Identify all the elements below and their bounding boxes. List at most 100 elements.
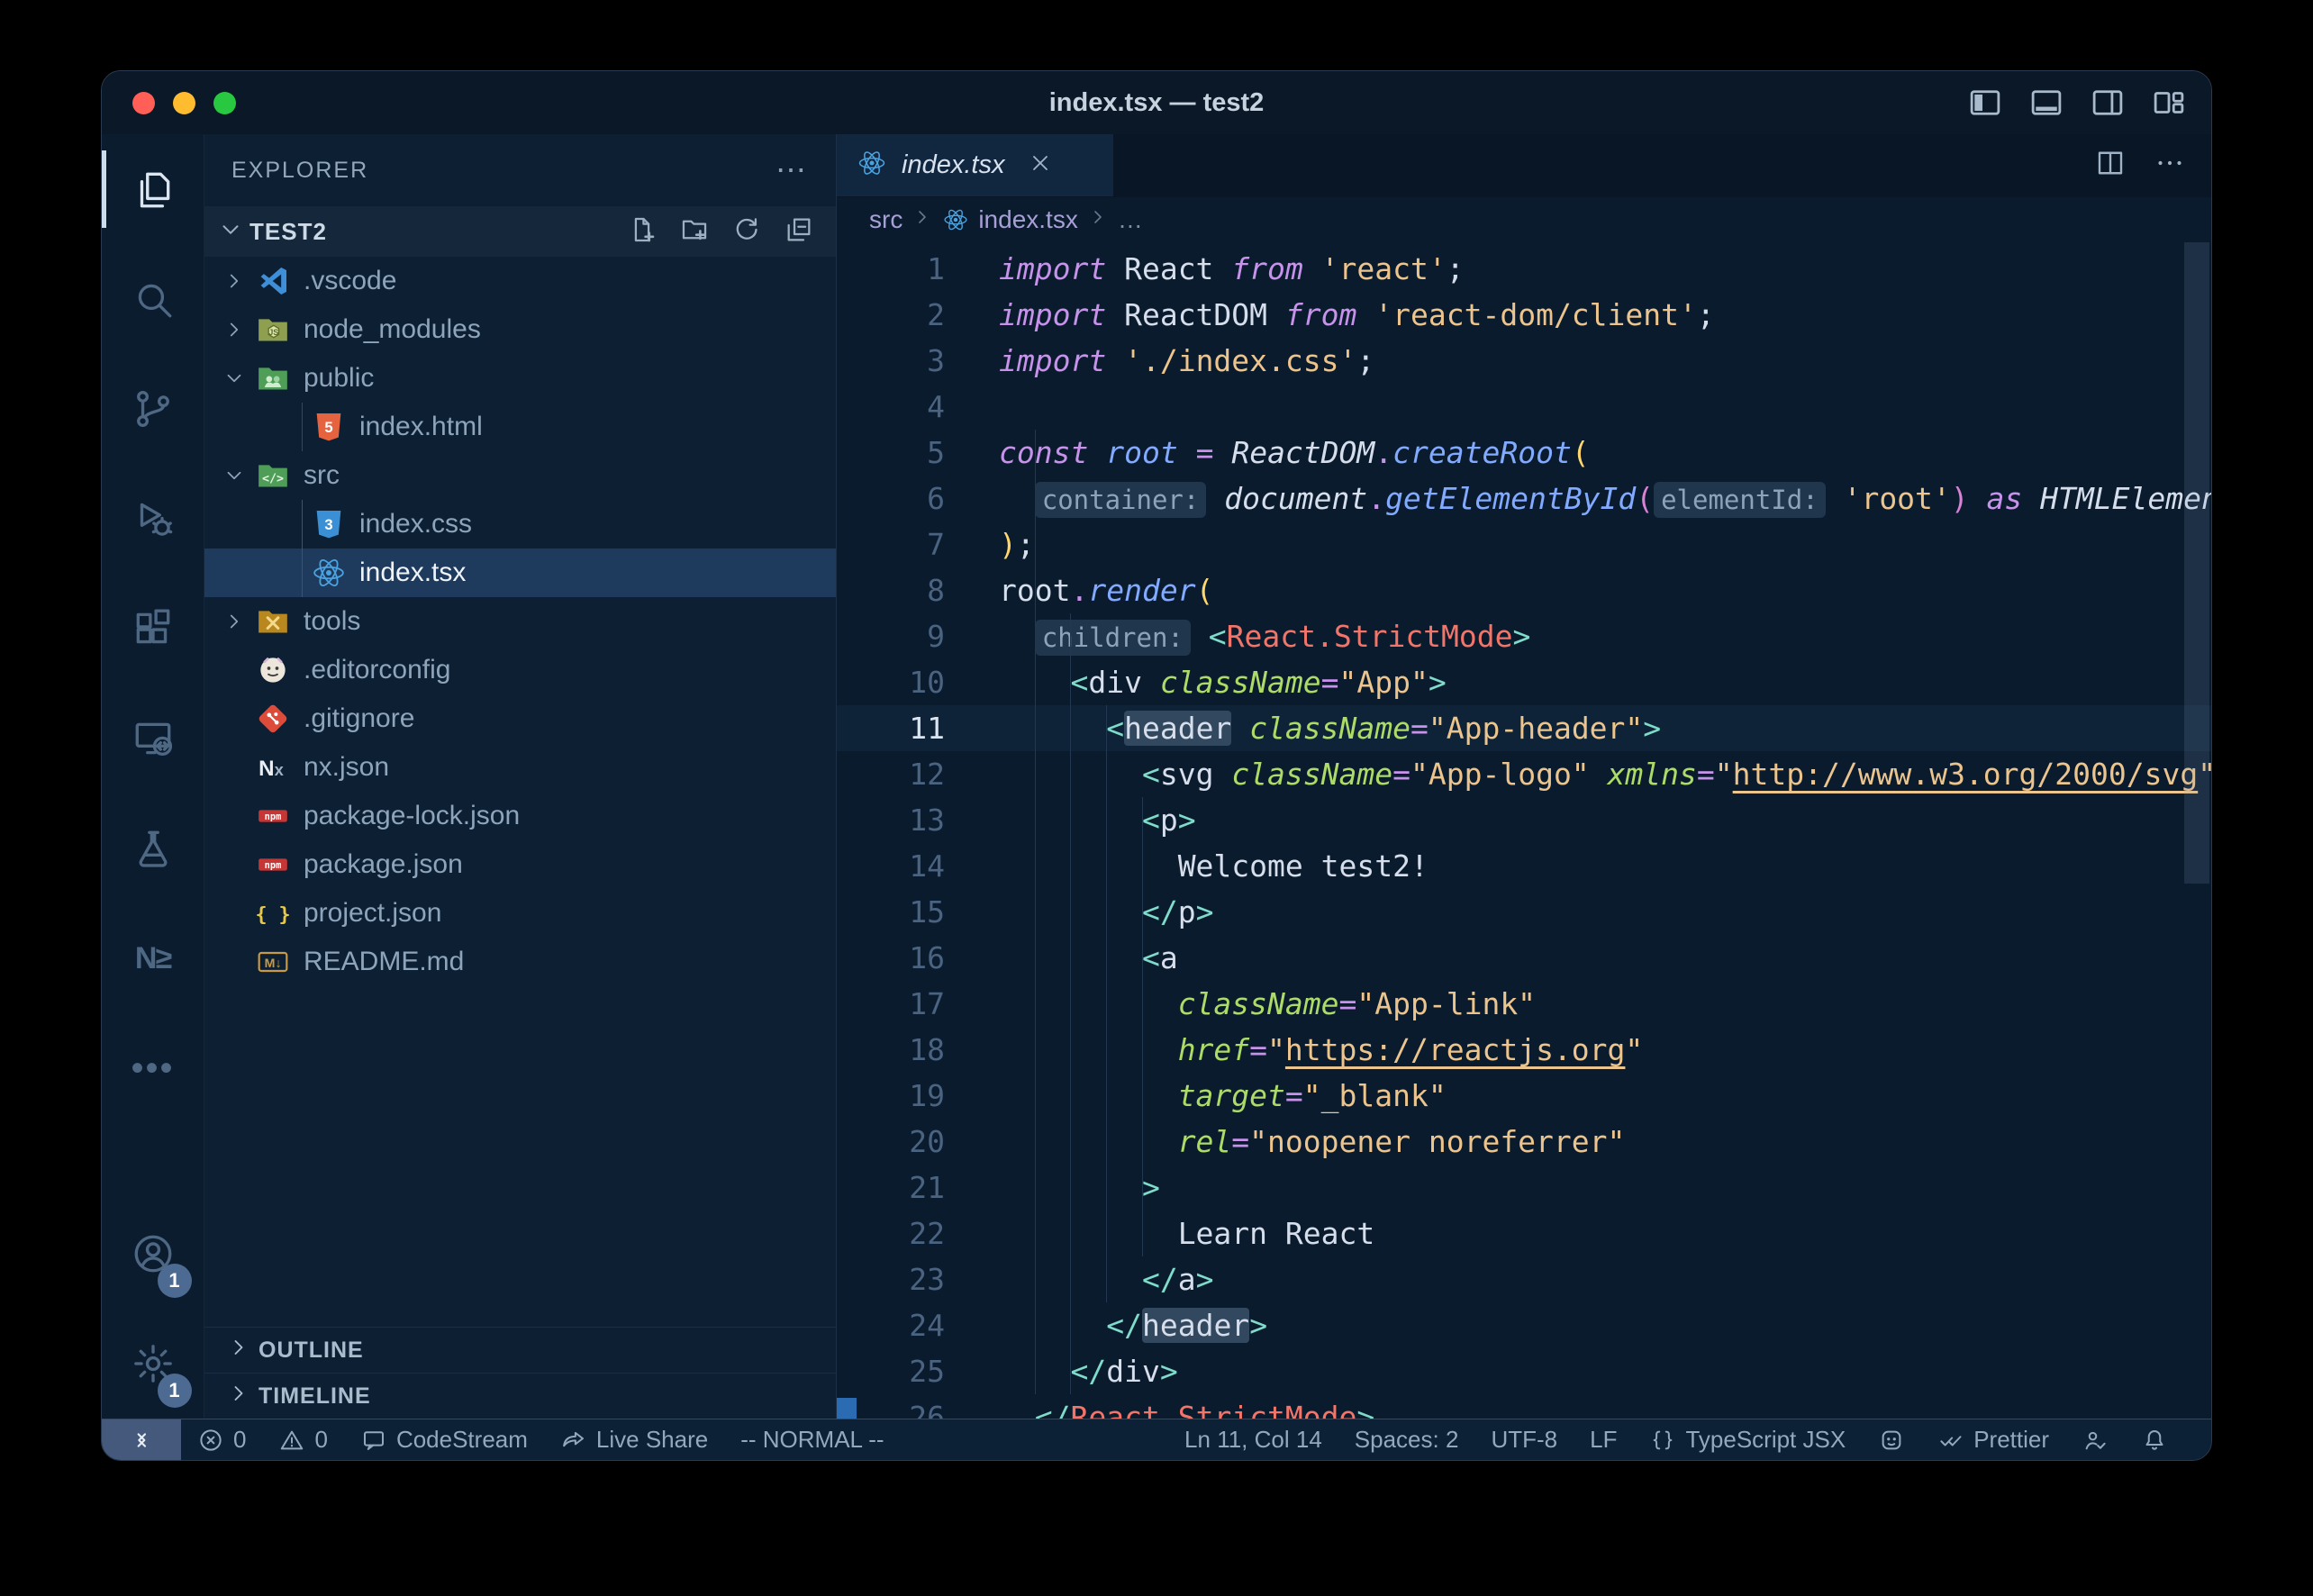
line-number: 7 — [837, 521, 999, 567]
sidebar-item-index-css[interactable]: 3index.css — [204, 500, 836, 549]
line-number: 18 — [837, 1027, 999, 1073]
sidebar-item-index-html[interactable]: 5index.html — [204, 403, 836, 451]
activity-testing[interactable] — [102, 793, 204, 903]
sidebar-item-public[interactable]: public — [204, 354, 836, 403]
status-label: 0 — [233, 1426, 246, 1454]
more-actions-icon[interactable] — [2154, 147, 2186, 184]
tree-indent-guide — [302, 500, 303, 597]
editor-actions — [2094, 134, 2211, 196]
file-label: index.tsx — [359, 558, 466, 588]
layout-sidebar-left-icon[interactable] — [1966, 84, 2004, 122]
new-folder-icon[interactable] — [679, 214, 710, 249]
activity-accounts[interactable]: 1 — [102, 1199, 204, 1309]
code-line: className="App-link" — [999, 981, 2211, 1027]
activity-extensions[interactable] — [102, 574, 204, 684]
breadcrumb: src index.tsx … — [837, 197, 2211, 242]
svg-text:</>: </> — [262, 473, 284, 486]
code-line: import './index.css'; — [999, 338, 2211, 384]
activity-search[interactable] — [102, 244, 204, 354]
status-remote-indicator[interactable] — [102, 1419, 181, 1460]
folder-src-file-icon: </> — [255, 458, 291, 494]
vertical-scrollbar[interactable] — [2184, 242, 2209, 884]
sidebar-item-package-lock-json[interactable]: npmpackage-lock.json — [204, 792, 836, 840]
window-title: index.tsx — test2 — [102, 88, 2211, 118]
close-tab-icon[interactable] — [1028, 150, 1053, 180]
new-file-icon[interactable] — [627, 214, 658, 249]
status-eol[interactable]: LF — [1574, 1419, 1633, 1460]
close-window-button[interactable] — [132, 92, 155, 114]
sidebar-item-src[interactable]: </> src — [204, 451, 836, 500]
explorer-more-icon[interactable]: ⋯ — [776, 152, 809, 188]
react-icon — [857, 148, 887, 183]
layout-panel-icon[interactable] — [2027, 84, 2065, 122]
maximize-window-button[interactable] — [213, 92, 236, 114]
line-number: 17 — [837, 981, 999, 1027]
gutter-decoration — [837, 1398, 857, 1419]
breadcrumb-segment[interactable]: src — [869, 205, 903, 234]
titlebar: index.tsx — test2 — [102, 71, 2211, 134]
refresh-icon[interactable] — [731, 214, 762, 249]
status-cursor-position[interactable]: Ln 11, Col 14 — [1168, 1419, 1338, 1460]
code-editor[interactable]: 1234567891011121314151617181920212223242… — [837, 242, 2211, 1419]
sidebar-item--vscode[interactable]: .vscode — [204, 257, 836, 305]
code-line: > — [999, 1165, 2211, 1211]
activity-nx-console[interactable]: N≥ — [102, 903, 204, 1013]
status-warnings[interactable]: 0 — [262, 1419, 343, 1460]
chevron-down-icon — [219, 464, 249, 487]
layout-sidebar-right-icon[interactable] — [2089, 84, 2127, 122]
layout-customize-icon[interactable] — [2150, 84, 2188, 122]
activity-run-debug[interactable] — [102, 464, 204, 574]
sidebar-section-timeline[interactable]: TIMELINE — [204, 1373, 836, 1419]
status-prettier[interactable]: Prettier — [1921, 1419, 2065, 1460]
activity-settings[interactable]: 1 — [102, 1309, 204, 1419]
status-live-share[interactable]: Live Share — [544, 1419, 724, 1460]
status-codestream[interactable]: CodeStream — [344, 1419, 544, 1460]
chevron-right-icon — [1087, 205, 1109, 234]
status-label: Ln 11, Col 14 — [1184, 1426, 1322, 1454]
status-feedback[interactable] — [2065, 1419, 2125, 1460]
sidebar-section-outline[interactable]: OUTLINE — [204, 1327, 836, 1373]
status-indentation[interactable]: Spaces: 2 — [1338, 1419, 1475, 1460]
window-controls — [132, 92, 236, 114]
line-number: 6 — [837, 476, 999, 521]
activity-source-control[interactable] — [102, 354, 204, 464]
sidebar-item-node-modules[interactable]: JSnode_modules — [204, 305, 836, 354]
sidebar-item-project-json[interactable]: { }project.json — [204, 889, 836, 938]
status-language-mode[interactable]: TypeScript JSX — [1633, 1419, 1862, 1460]
line-number: 8 — [837, 567, 999, 613]
breadcrumb-segment[interactable]: … — [1118, 205, 1143, 234]
sidebar-item-index-tsx[interactable]: index.tsx — [204, 549, 836, 597]
code-line: href="https://reactjs.org" — [999, 1027, 2211, 1073]
code-line: </div> — [999, 1348, 2211, 1394]
status-errors[interactable]: 0 — [181, 1419, 262, 1460]
code-line: Learn React — [999, 1211, 2211, 1256]
status-vim-mode[interactable]: -- NORMAL -- — [724, 1419, 900, 1460]
sidebar-item-package-json[interactable]: npmpackage.json — [204, 840, 836, 889]
status-encoding[interactable]: UTF-8 — [1474, 1419, 1574, 1460]
sidebar-item-nx-json[interactable]: Nxnx.json — [204, 743, 836, 792]
line-number: 2 — [837, 292, 999, 338]
sidebar-section-test2[interactable]: TEST2 — [204, 206, 836, 257]
sidebar-item--gitignore[interactable]: .gitignore — [204, 694, 836, 743]
file-label: node_modules — [304, 314, 481, 345]
sidebar-item--editorconfig[interactable]: .editorconfig — [204, 646, 836, 694]
code-line: rel="noopener noreferrer" — [999, 1119, 2211, 1165]
code-line: ); — [999, 521, 2211, 567]
activity-bottom: 11 — [102, 1199, 204, 1419]
minimize-window-button[interactable] — [173, 92, 195, 114]
tab-index-tsx[interactable]: index.tsx — [837, 134, 1114, 196]
sidebar-item-readme-md[interactable]: M↓README.md — [204, 938, 836, 986]
status-label: LF — [1590, 1426, 1617, 1454]
tree-indent-guide — [302, 403, 303, 451]
activity-more[interactable]: ••• — [102, 1013, 204, 1123]
status-notifications[interactable] — [2125, 1419, 2184, 1460]
activity-explorer[interactable] — [102, 134, 204, 244]
file-label: src — [304, 460, 340, 491]
sidebar-item-tools[interactable]: tools — [204, 597, 836, 646]
activity-remote-explorer[interactable] — [102, 684, 204, 793]
line-number: 10 — [837, 659, 999, 705]
status-github[interactable] — [1862, 1419, 1921, 1460]
breadcrumb-segment[interactable]: index.tsx — [978, 205, 1078, 234]
split-editor-icon[interactable] — [2094, 147, 2127, 184]
collapse-all-icon[interactable] — [784, 214, 814, 249]
